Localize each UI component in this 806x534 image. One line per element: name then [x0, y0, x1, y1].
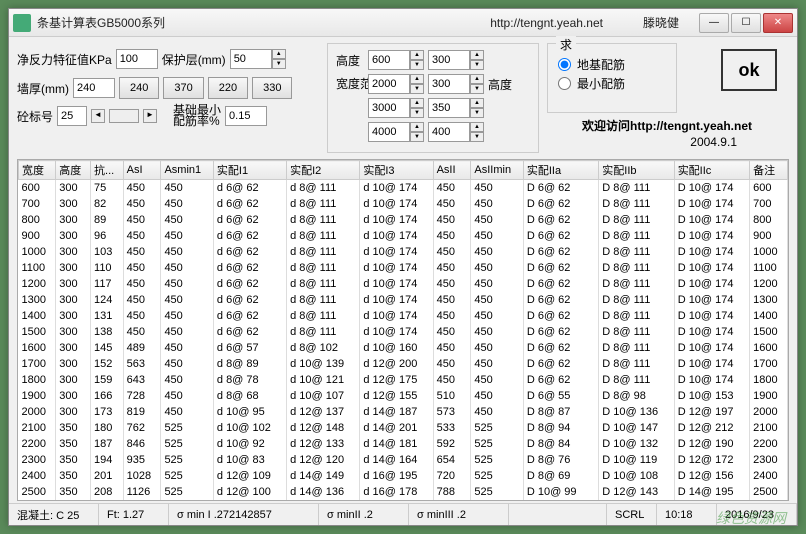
table-row[interactable]: 1800300159643450d 8@ 78d 10@ 121d 12@ 17… [19, 372, 788, 388]
table-row[interactable]: 26003502151227525d 12@ 92d 14@ 125d 16@ … [19, 500, 788, 501]
table-row[interactable]: 70030082450450d 6@ 62d 8@ 111d 10@ 17445… [19, 196, 788, 212]
spin-7[interactable]: ▲▼ [428, 122, 484, 142]
height-col-label: 高度 [488, 76, 512, 93]
window-title: 条基计算表GB5000系列 [37, 14, 490, 31]
scroll-right-icon[interactable]: ► [143, 109, 157, 123]
ok-button[interactable]: ok [721, 49, 777, 91]
table-row[interactable]: 1600300145489450d 6@ 57d 8@ 102d 10@ 160… [19, 340, 788, 356]
table-row[interactable]: 1100300110450450d 6@ 62d 8@ 111d 10@ 174… [19, 260, 788, 276]
table-row[interactable]: 2000300173819450d 10@ 95d 12@ 137d 14@ 1… [19, 404, 788, 420]
min-ratio-label-2: 配筋率% [173, 116, 221, 127]
table-row[interactable]: 1300300124450450d 6@ 62d 8@ 111d 10@ 174… [19, 292, 788, 308]
maximize-button[interactable]: ☐ [731, 13, 761, 33]
net-pressure-input[interactable] [116, 49, 158, 69]
results-table: 宽度高度抗...AsIAsmin1实配I1实配I2实配I3AsIIAsIImin… [18, 160, 788, 500]
input-panel-1: 净反力特征值KPa 保护层(mm) ▲▼ 墙厚(mm) 240 370 220 … [17, 43, 322, 153]
col-header[interactable]: 高度 [56, 161, 91, 180]
table-row[interactable]: 25003502081126525d 12@ 100d 14@ 136d 16@… [19, 484, 788, 500]
spin-up-icon[interactable]: ▲ [272, 49, 286, 59]
col-header[interactable]: 实配I2 [287, 161, 360, 180]
results-table-wrap: 宽度高度抗...AsIAsmin1实配I1实配I2实配I3AsIIAsIImin… [17, 159, 789, 501]
min-ratio-input[interactable] [225, 106, 267, 126]
col-header[interactable]: Asmin1 [161, 161, 213, 180]
concrete-label: 砼标号 [17, 108, 53, 125]
scroll-left-icon[interactable]: ◄ [91, 109, 105, 123]
spin-2[interactable]: ▲▼ [368, 74, 424, 94]
welcome-text: 欢迎访问http://tengnt.yeah.net [557, 117, 777, 134]
wall-btn-240[interactable]: 240 [119, 77, 159, 99]
table-row[interactable]: 1400300131450450d 6@ 62d 8@ 111d 10@ 174… [19, 308, 788, 324]
status-scrl: SCRL [607, 504, 657, 525]
col-header[interactable]: 实配IIb [599, 161, 674, 180]
results-table-scroll[interactable]: 宽度高度抗...AsIAsmin1实配I1实配I2实配I3AsIIAsIImin… [18, 160, 788, 500]
height-label: 高度 [336, 52, 364, 69]
status-date: 2016/9/23 [717, 504, 797, 525]
col-header[interactable]: AsI [123, 161, 161, 180]
spin-1[interactable]: ▲▼ [428, 50, 484, 70]
col-header[interactable]: 抗... [91, 161, 124, 180]
table-row[interactable]: 24003502011028525d 12@ 109d 14@ 149d 16@… [19, 468, 788, 484]
radio-foundation[interactable]: 地基配筋 [558, 56, 676, 73]
table-row[interactable]: 2200350187846525d 10@ 92d 12@ 133d 14@ 1… [19, 436, 788, 452]
wall-label: 墙厚(mm) [17, 80, 69, 97]
concrete-input[interactable] [57, 106, 87, 126]
cover-label: 保护层(mm) [162, 51, 226, 68]
table-row[interactable]: 2100350180762525d 10@ 102d 12@ 148d 14@ … [19, 420, 788, 436]
status-ft: Ft: 1.27 [99, 504, 169, 525]
table-row[interactable]: 1000300103450450d 6@ 62d 8@ 111d 10@ 174… [19, 244, 788, 260]
spin-3[interactable]: ▲▼ [428, 74, 484, 94]
status-time: 10:18 [657, 504, 717, 525]
col-header[interactable]: 实配IIc [674, 161, 749, 180]
col-header[interactable]: AsII [433, 161, 471, 180]
wall-btn-370[interactable]: 370 [163, 77, 203, 99]
col-header[interactable]: 实配I3 [360, 161, 433, 180]
table-row[interactable]: 80030089450450d 6@ 62d 8@ 111d 10@ 17445… [19, 212, 788, 228]
radio-minimum[interactable]: 最小配筋 [558, 75, 676, 92]
table-row[interactable]: 2300350194935525d 10@ 83d 12@ 120d 14@ 1… [19, 452, 788, 468]
table-row[interactable]: 1200300117450450d 6@ 62d 8@ 111d 10@ 174… [19, 276, 788, 292]
main-window: 条基计算表GB5000系列 http://tengnt.yeah.net 滕晓健… [8, 8, 798, 526]
col-header[interactable]: 实配IIa [523, 161, 598, 180]
title-author: 滕晓健 [643, 14, 679, 31]
close-button[interactable]: ✕ [763, 13, 793, 33]
col-header[interactable]: AsIImin [471, 161, 523, 180]
wall-btn-330[interactable]: 330 [252, 77, 292, 99]
range-panel: 高度 ▲▼ ▲▼ 宽度范围 ▲▼ ▲▼ 高度 ▲▼ ▲▼ ▲▼ ▲▼ [327, 43, 539, 153]
spin-5[interactable]: ▲▼ [428, 98, 484, 118]
title-url: http://tengnt.yeah.net [490, 16, 603, 30]
table-row[interactable]: 1700300152563450d 8@ 89d 10@ 139d 12@ 20… [19, 356, 788, 372]
status-concrete: 混凝土: C 25 [9, 504, 99, 525]
wall-input[interactable] [73, 78, 115, 98]
net-pressure-label: 净反力特征值KPa [17, 51, 112, 68]
app-icon [13, 14, 31, 32]
minimize-button[interactable]: — [699, 13, 729, 33]
wall-btn-220[interactable]: 220 [208, 77, 248, 99]
table-row[interactable]: 1900300166728450d 8@ 68d 10@ 107d 12@ 15… [19, 388, 788, 404]
status-sigma3: σ minIII .2 [409, 504, 509, 525]
col-header[interactable]: 实配I1 [213, 161, 286, 180]
status-sigma2: σ minII .2 [319, 504, 409, 525]
spin-6[interactable]: ▲▼ [368, 122, 424, 142]
status-sigma1: σ min I .272142857 [169, 504, 319, 525]
welcome-date: 2004.9.1 [690, 135, 737, 149]
titlebar: 条基计算表GB5000系列 http://tengnt.yeah.net 滕晓健… [9, 9, 797, 37]
solve-panel: 求 地基配筋 最小配筋 [547, 43, 677, 113]
statusbar: 混凝土: C 25 Ft: 1.27 σ min I .272142857 σ … [9, 503, 797, 525]
table-row[interactable]: 60030075450450d 6@ 62d 8@ 111d 10@ 17445… [19, 180, 788, 196]
spin-0[interactable]: ▲▼ [368, 50, 424, 70]
table-row[interactable]: 90030096450450d 6@ 62d 8@ 111d 10@ 17445… [19, 228, 788, 244]
spin-down-icon[interactable]: ▼ [272, 59, 286, 69]
cover-spin[interactable]: ▲▼ [230, 49, 286, 69]
col-header[interactable]: 备注 [750, 161, 788, 180]
table-row[interactable]: 1500300138450450d 6@ 62d 8@ 111d 10@ 174… [19, 324, 788, 340]
width-range-label: 宽度范围 [336, 79, 364, 90]
spin-4[interactable]: ▲▼ [368, 98, 424, 118]
scroll-track[interactable] [109, 109, 139, 123]
col-header[interactable]: 宽度 [19, 161, 56, 180]
solve-legend: 求 [556, 36, 576, 53]
